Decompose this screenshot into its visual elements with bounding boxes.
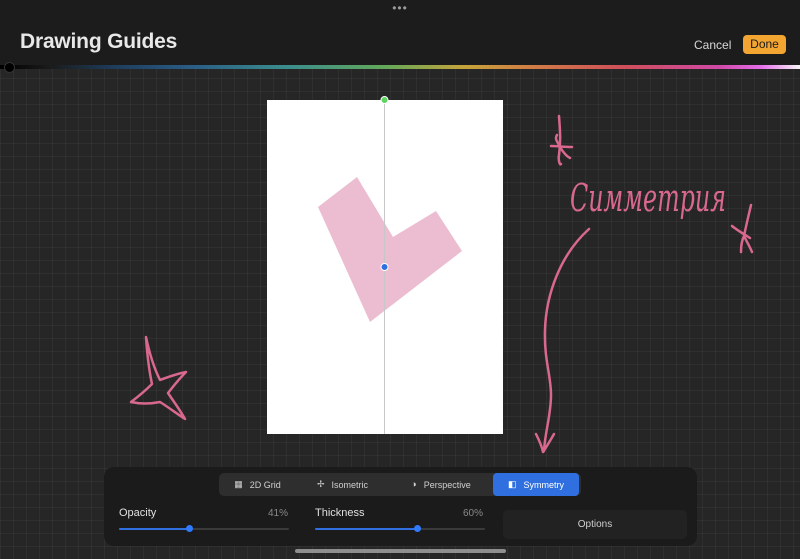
opacity-slider-fill: [119, 528, 189, 530]
thickness-value: 60%: [462, 508, 483, 519]
tab-isometric[interactable]: ✢ Isometric: [296, 473, 389, 496]
tab-symmetry[interactable]: ◧ Symmetry: [493, 473, 579, 496]
perspective-icon: ◑: [411, 479, 417, 489]
pink-shape: [318, 177, 462, 322]
star-doodle: [129, 335, 188, 421]
arrow-doodle: [542, 227, 591, 453]
thickness-slider-fill: [315, 528, 417, 530]
sparkle-doodle-right: [730, 203, 754, 254]
grid-icon: ▦: [234, 479, 243, 489]
options-button[interactable]: Options: [503, 510, 687, 539]
axis-center-handle: [380, 263, 389, 271]
thickness-label: Thickness: [315, 507, 365, 519]
tab-label: Symmetry: [523, 479, 565, 490]
tab-perspective[interactable]: ◑ Perspective: [389, 473, 493, 496]
tab-label: Perspective: [423, 479, 471, 490]
tab-label: 2D Grid: [249, 479, 281, 490]
opacity-slider-thumb[interactable]: [185, 525, 193, 532]
opacity-slider[interactable]: [119, 525, 289, 532]
opacity-value: 41%: [267, 508, 288, 519]
isometric-icon: ✢: [316, 479, 325, 489]
symmetry-icon: ◧: [507, 479, 517, 489]
axis-rotate-handle: [380, 96, 389, 104]
thickness-slider[interactable]: [315, 525, 485, 532]
thickness-slider-thumb[interactable]: [414, 525, 421, 532]
sparkle-doodle-top: [549, 114, 574, 166]
handwritten-annotation: Симметрия: [570, 176, 726, 220]
opacity-label: Opacity: [119, 507, 157, 519]
tab-2d-grid[interactable]: ▦ 2D Grid: [219, 473, 296, 496]
home-indicator: [295, 549, 506, 553]
tab-label: Isometric: [331, 479, 369, 490]
guide-type-segmented-control: ▦ 2D Grid ✢ Isometric ◑ Perspective ◧ Sy…: [219, 473, 581, 496]
